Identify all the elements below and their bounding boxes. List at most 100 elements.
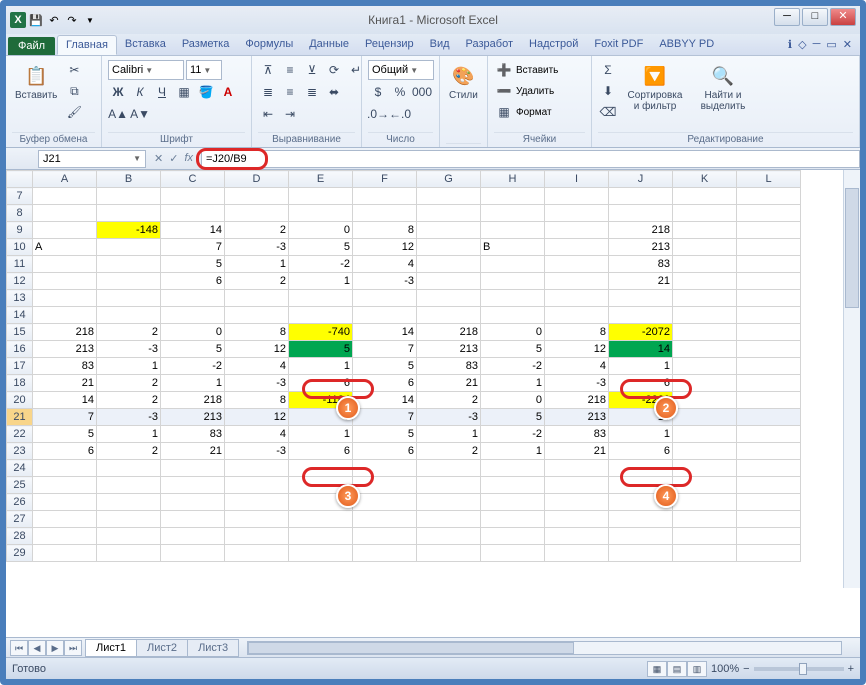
sheet-tab-1[interactable]: Лист2	[136, 639, 188, 657]
cell[interactable]	[33, 307, 97, 324]
cell[interactable]	[737, 358, 801, 375]
cell[interactable]: 5	[161, 256, 225, 273]
cell[interactable]: 6	[289, 375, 353, 392]
row-header-12[interactable]: 12	[7, 273, 33, 290]
comma-icon[interactable]: 000	[412, 82, 432, 102]
cell[interactable]	[97, 528, 161, 545]
cell[interactable]: 2	[225, 222, 289, 239]
cell[interactable]: 1	[97, 426, 161, 443]
cell[interactable]	[33, 511, 97, 528]
cell[interactable]	[673, 460, 737, 477]
cell[interactable]: 7	[353, 409, 417, 426]
cell[interactable]	[737, 426, 801, 443]
cell[interactable]	[353, 188, 417, 205]
cell[interactable]	[353, 477, 417, 494]
sheet-nav-next[interactable]: ▶	[46, 640, 64, 656]
cell[interactable]: 1	[481, 443, 545, 460]
zoom-in-icon[interactable]: +	[848, 663, 854, 675]
cell[interactable]: 83	[33, 358, 97, 375]
cell[interactable]	[545, 307, 609, 324]
cell[interactable]	[417, 256, 481, 273]
cell[interactable]	[737, 511, 801, 528]
cell[interactable]	[737, 273, 801, 290]
cell[interactable]: 12	[353, 239, 417, 256]
merge-icon[interactable]: ⬌	[324, 82, 344, 102]
cell[interactable]	[161, 528, 225, 545]
column-header-B[interactable]: B	[97, 171, 161, 188]
cell[interactable]	[737, 222, 801, 239]
cell[interactable]: 21	[33, 375, 97, 392]
cell[interactable]	[161, 290, 225, 307]
ribbon-tab-5[interactable]: Рецензир	[357, 35, 422, 55]
cell[interactable]	[545, 273, 609, 290]
cell[interactable]	[353, 290, 417, 307]
cell[interactable]: A	[33, 239, 97, 256]
cell[interactable]: 213	[33, 341, 97, 358]
cell[interactable]: -740	[289, 324, 353, 341]
cell[interactable]: 5	[481, 341, 545, 358]
cell[interactable]: -2	[161, 358, 225, 375]
cell[interactable]	[417, 307, 481, 324]
cell[interactable]	[161, 307, 225, 324]
cell[interactable]	[737, 188, 801, 205]
ribbon-tab-10[interactable]: ABBYY PD	[651, 35, 722, 55]
bold-icon[interactable]: Ж	[108, 82, 128, 102]
column-header-A[interactable]: A	[33, 171, 97, 188]
cell[interactable]	[353, 307, 417, 324]
cell[interactable]	[225, 494, 289, 511]
cell[interactable]: 1	[289, 426, 353, 443]
cell[interactable]: 2	[417, 443, 481, 460]
styles-button[interactable]: 🎨 Стили	[446, 60, 481, 104]
cell[interactable]	[673, 358, 737, 375]
cell[interactable]	[545, 460, 609, 477]
cell[interactable]: 0	[481, 392, 545, 409]
cell[interactable]: -3	[353, 273, 417, 290]
ribbon-tab-8[interactable]: Надстрой	[521, 35, 586, 55]
cell[interactable]: 4	[545, 358, 609, 375]
row-header-28[interactable]: 28	[7, 528, 33, 545]
row-header-10[interactable]: 10	[7, 239, 33, 256]
cell[interactable]	[673, 307, 737, 324]
row-header-25[interactable]: 25	[7, 477, 33, 494]
cell[interactable]	[545, 222, 609, 239]
cell[interactable]	[481, 205, 545, 222]
cell[interactable]	[609, 307, 673, 324]
cell[interactable]: 7	[33, 409, 97, 426]
currency-icon[interactable]: $	[368, 82, 388, 102]
cell[interactable]	[417, 460, 481, 477]
cell[interactable]	[353, 528, 417, 545]
redo-icon[interactable]: ↷	[64, 12, 80, 28]
ribbon-tab-7[interactable]: Разработ	[458, 35, 521, 55]
cell[interactable]	[417, 528, 481, 545]
italic-icon[interactable]: К	[130, 82, 150, 102]
cell[interactable]	[481, 528, 545, 545]
cell[interactable]: 4	[353, 256, 417, 273]
cell[interactable]	[225, 307, 289, 324]
cell[interactable]	[545, 256, 609, 273]
cell[interactable]: 0	[481, 324, 545, 341]
cell[interactable]: 1	[609, 426, 673, 443]
cell[interactable]	[481, 290, 545, 307]
cell[interactable]	[353, 205, 417, 222]
cell[interactable]: -148	[97, 222, 161, 239]
row-header-27[interactable]: 27	[7, 511, 33, 528]
cell[interactable]: 2	[225, 273, 289, 290]
cell[interactable]	[737, 528, 801, 545]
doc-restore-icon[interactable]: ▭	[826, 38, 836, 51]
horizontal-scrollbar[interactable]	[247, 641, 842, 655]
cell[interactable]	[33, 205, 97, 222]
cell[interactable]: 2	[417, 392, 481, 409]
ribbon-tab-4[interactable]: Данные	[301, 35, 357, 55]
cell[interactable]	[417, 545, 481, 562]
sheet-tab-0[interactable]: Лист1	[85, 639, 137, 657]
cell[interactable]	[225, 460, 289, 477]
cell[interactable]	[97, 511, 161, 528]
cell[interactable]	[225, 477, 289, 494]
cell[interactable]	[673, 188, 737, 205]
cell[interactable]	[33, 460, 97, 477]
row-header-21[interactable]: 21	[7, 409, 33, 426]
align-center-icon[interactable]: ≡	[280, 82, 300, 102]
cell[interactable]	[417, 273, 481, 290]
cell[interactable]	[289, 188, 353, 205]
cell[interactable]	[737, 341, 801, 358]
